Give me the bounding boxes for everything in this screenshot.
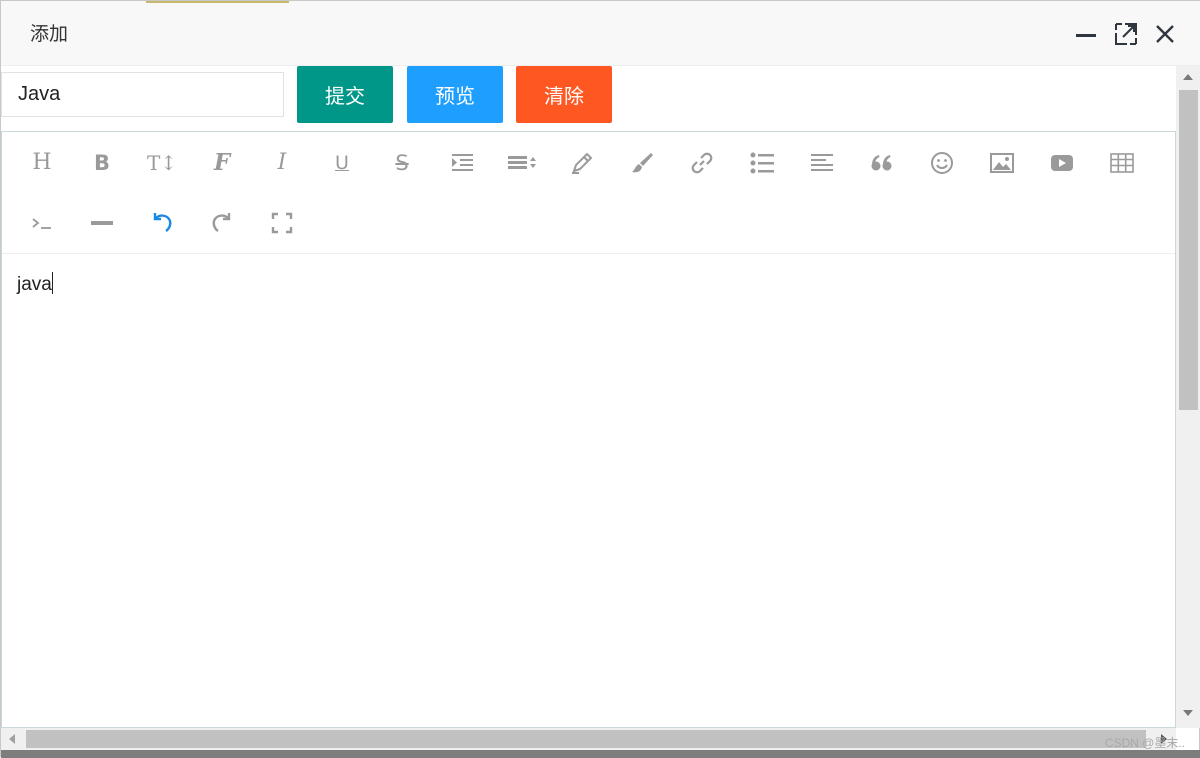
minimize-icon[interactable] (1073, 21, 1099, 47)
editor-toolbar: H B T↕ F I U S (2, 132, 1175, 254)
image-icon[interactable] (987, 148, 1017, 178)
text-size-glyph: T↕ (147, 148, 177, 178)
emoji-icon[interactable] (927, 148, 957, 178)
line-height-icon[interactable] (507, 148, 537, 178)
close-icon[interactable] (1152, 21, 1178, 47)
heading-icon[interactable]: H (27, 148, 57, 178)
fullscreen-icon[interactable] (267, 208, 297, 238)
watermark: CSDN @墨末.. (1105, 734, 1185, 751)
editor-text: java (17, 274, 52, 295)
italic-icon[interactable]: I (267, 148, 297, 178)
horizontal-scrollbar[interactable] (1, 728, 1176, 750)
editor-content[interactable]: java (17, 272, 53, 296)
bold-glyph: B (94, 148, 110, 178)
text-size-icon[interactable]: T↕ (147, 148, 177, 178)
form-toolbar: 提交 预览 清除 (1, 66, 1176, 130)
italic-glyph: I (278, 148, 287, 178)
strikethrough-glyph: S (395, 148, 408, 178)
list-icon[interactable] (747, 148, 777, 178)
font-color-icon[interactable] (567, 148, 597, 178)
font-family-icon[interactable]: F (207, 148, 237, 178)
indent-icon[interactable] (447, 148, 477, 178)
undo-icon[interactable] (147, 208, 177, 238)
scroll-left-arrow-icon[interactable] (9, 734, 15, 744)
text-caret (52, 272, 53, 294)
video-icon[interactable] (1047, 148, 1077, 178)
code-icon[interactable] (27, 208, 57, 238)
bold-icon[interactable]: B (87, 148, 117, 178)
maximize-icon[interactable] (1113, 21, 1139, 47)
divider-icon[interactable] (87, 208, 117, 238)
scroll-down-arrow-icon[interactable] (1183, 710, 1193, 716)
scroll-up-arrow-icon[interactable] (1183, 74, 1193, 80)
heading-glyph: H (32, 148, 51, 178)
underline-glyph: U (335, 148, 349, 178)
title-accent (146, 1, 289, 3)
link-icon[interactable] (687, 148, 717, 178)
submit-button[interactable]: 提交 (297, 66, 393, 123)
preview-button[interactable]: 预览 (407, 66, 503, 123)
title-input[interactable] (1, 72, 284, 117)
quote-icon[interactable] (867, 148, 897, 178)
background-color-icon[interactable] (627, 148, 657, 178)
strikethrough-icon[interactable]: S (387, 148, 417, 178)
vertical-scrollbar[interactable] (1176, 66, 1200, 728)
clear-button[interactable]: 清除 (516, 66, 612, 123)
rich-text-editor: H B T↕ F I U S (1, 131, 1176, 728)
horizontal-scroll-thumb[interactable] (26, 730, 1146, 748)
font-glyph: F (214, 148, 230, 178)
underline-icon[interactable]: U (327, 148, 357, 178)
add-dialog: 添加 提交 预览 清除 H B T↕ (0, 0, 1200, 757)
vertical-scroll-thumb[interactable] (1179, 90, 1198, 410)
dialog-title-bar: 添加 (1, 1, 1200, 66)
redo-icon[interactable] (207, 208, 237, 238)
dialog-title: 添加 (30, 21, 68, 47)
align-icon[interactable] (807, 148, 837, 178)
table-icon[interactable] (1107, 148, 1137, 178)
